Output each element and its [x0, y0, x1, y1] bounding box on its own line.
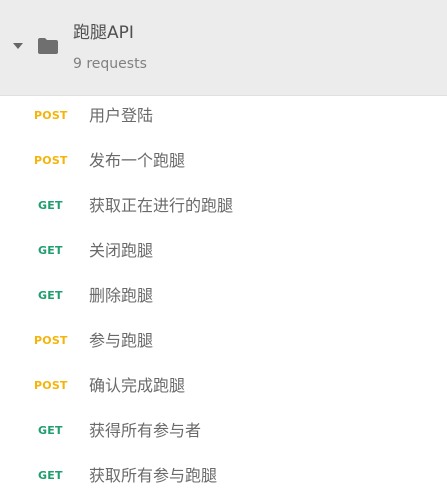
request-name: 发布一个跑腿: [89, 151, 186, 170]
request-count: 9 requests: [73, 56, 147, 72]
request-name: 关闭跑腿: [89, 241, 154, 260]
request-item[interactable]: GET 获取正在进行的跑腿: [0, 186, 447, 231]
method-badge: GET: [38, 199, 63, 212]
request-item[interactable]: GET 获取所有参与跑腿: [0, 456, 447, 501]
method-badge: GET: [38, 469, 63, 482]
request-item[interactable]: POST 发布一个跑腿: [0, 141, 447, 186]
request-item[interactable]: POST 用户登陆: [0, 96, 447, 141]
folder-icon: [38, 38, 58, 54]
method-badge: GET: [38, 289, 63, 302]
method-badge: POST: [34, 154, 68, 167]
method-badge: POST: [34, 334, 68, 347]
request-item[interactable]: POST 确认完成跑腿: [0, 366, 447, 411]
request-name: 确认完成跑腿: [89, 376, 186, 395]
caret-down-icon[interactable]: [13, 43, 23, 49]
request-name: 获取正在进行的跑腿: [89, 196, 234, 215]
request-name: 获得所有参与者: [89, 421, 202, 440]
collection-name: 跑腿API: [73, 23, 134, 43]
collection-header[interactable]: 跑腿API 9 requests: [0, 0, 447, 96]
method-badge: POST: [34, 379, 68, 392]
request-name: 删除跑腿: [89, 286, 154, 305]
request-item[interactable]: GET 获得所有参与者: [0, 411, 447, 456]
request-item[interactable]: GET 关闭跑腿: [0, 231, 447, 276]
request-item[interactable]: GET 删除跑腿: [0, 276, 447, 321]
request-item[interactable]: POST 参与跑腿: [0, 321, 447, 366]
request-name: 用户登陆: [89, 106, 154, 125]
method-badge: GET: [38, 244, 63, 257]
request-name: 获取所有参与跑腿: [89, 466, 218, 485]
request-name: 参与跑腿: [89, 331, 154, 350]
method-badge: GET: [38, 424, 63, 437]
method-badge: POST: [34, 109, 68, 122]
request-list: POST 用户登陆 POST 发布一个跑腿 GET 获取正在进行的跑腿 GET …: [0, 96, 447, 501]
